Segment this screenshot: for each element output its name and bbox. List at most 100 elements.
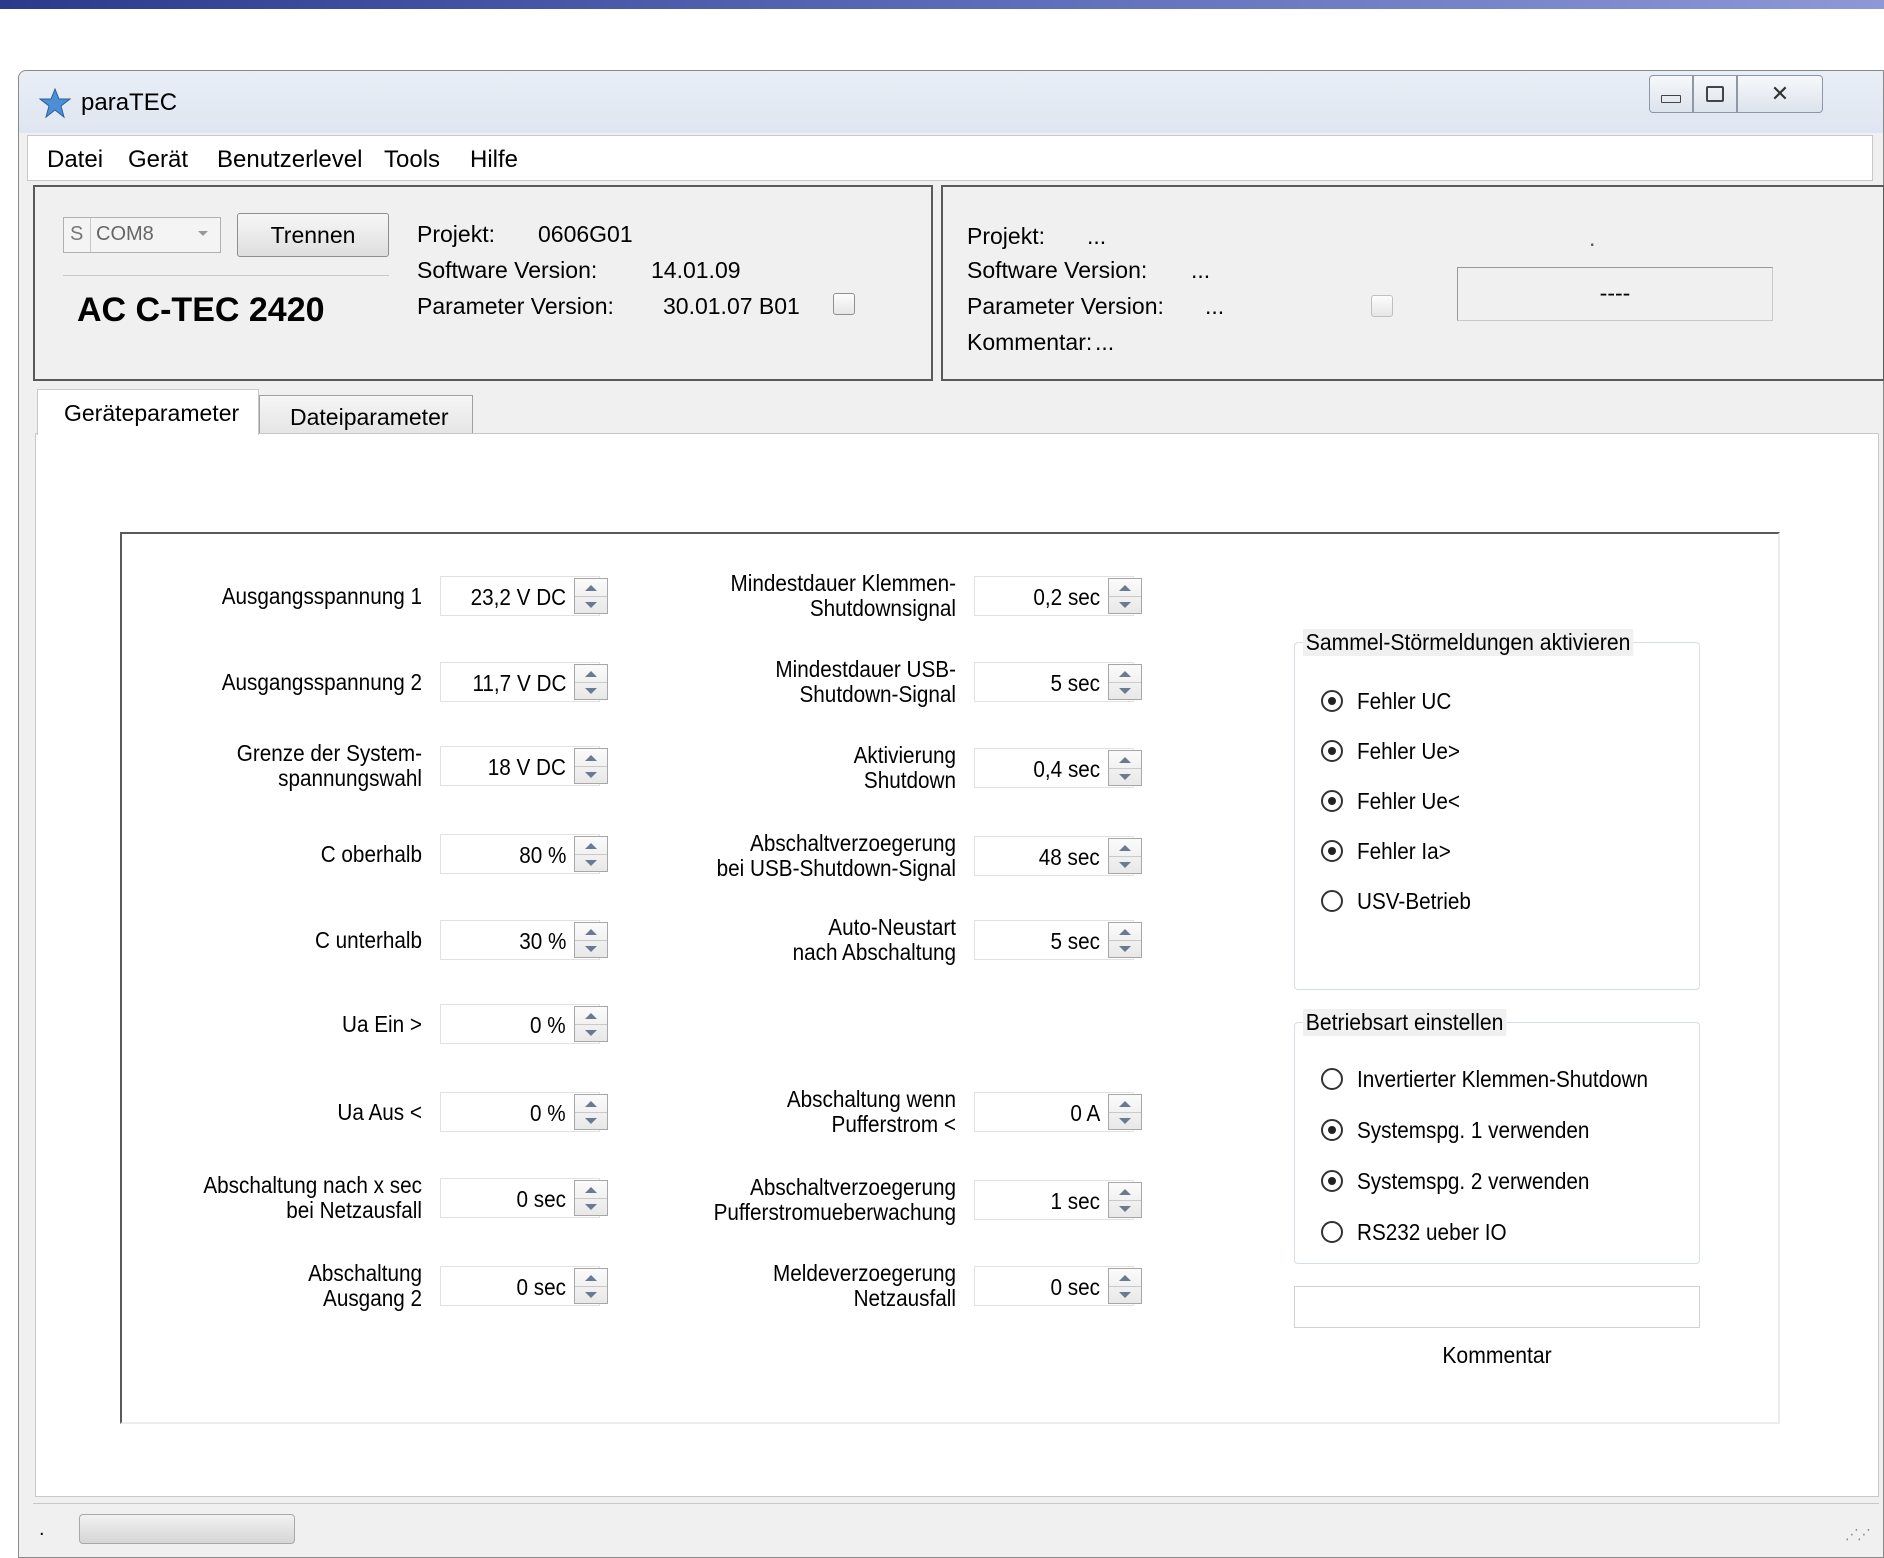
spin-up-button[interactable] — [575, 1181, 607, 1199]
spin-up-button[interactable] — [575, 665, 607, 683]
spin-buttons[interactable] — [1108, 1268, 1142, 1304]
spin-buttons[interactable] — [574, 1180, 608, 1216]
spin-buttons[interactable] — [1108, 578, 1142, 614]
arrow-down-icon — [1119, 945, 1131, 952]
left-param-stepper[interactable]: 0 sec — [440, 1178, 608, 1218]
mid-param-stepper[interactable]: 0,2 sec — [974, 576, 1142, 616]
spin-down-button[interactable] — [1109, 1200, 1141, 1217]
spin-down-button[interactable] — [1109, 856, 1141, 873]
minimize-button[interactable] — [1649, 75, 1693, 113]
tab-geraeteparameter[interactable]: Geräteparameter — [37, 389, 259, 435]
radio-indicator[interactable] — [1321, 890, 1343, 912]
spin-up-button[interactable] — [1109, 839, 1141, 857]
mid-param-stepper[interactable]: 48 sec — [974, 836, 1142, 876]
spin-down-button[interactable] — [1109, 1286, 1141, 1303]
left-param-label: Ua Ein > — [342, 1010, 422, 1037]
left-param-stepper[interactable]: 0 % — [440, 1004, 608, 1044]
spin-down-button[interactable] — [1109, 940, 1141, 957]
spin-buttons[interactable] — [1108, 922, 1142, 958]
radio-indicator[interactable] — [1321, 1119, 1343, 1141]
parameter-checkbox[interactable] — [833, 293, 855, 315]
radio-indicator[interactable] — [1321, 690, 1343, 712]
spin-down-button[interactable] — [575, 854, 607, 871]
spin-buttons[interactable] — [574, 748, 608, 784]
spin-buttons[interactable] — [1108, 838, 1142, 874]
mid-param-stepper[interactable]: 1 sec — [974, 1180, 1142, 1220]
spin-buttons[interactable] — [1108, 750, 1142, 786]
menu-hilfe[interactable]: Hilfe — [470, 146, 518, 174]
spin-up-button[interactable] — [1109, 1269, 1141, 1287]
spin-down-button[interactable] — [575, 596, 607, 613]
spin-up-button[interactable] — [1109, 665, 1141, 683]
arrow-up-icon — [1119, 584, 1131, 591]
spin-down-button[interactable] — [575, 940, 607, 957]
spin-buttons[interactable] — [574, 1094, 608, 1130]
spin-up-button[interactable] — [575, 579, 607, 597]
mid-param-stepper[interactable]: 0 sec — [974, 1266, 1142, 1306]
spin-buttons[interactable] — [1108, 1182, 1142, 1218]
spin-buttons[interactable] — [574, 664, 608, 700]
spin-up-button[interactable] — [1109, 1095, 1141, 1113]
close-button[interactable]: ✕ — [1737, 75, 1823, 113]
left-param-stepper[interactable]: 18 V DC — [440, 746, 608, 786]
radio-indicator[interactable] — [1321, 790, 1343, 812]
spin-buttons[interactable] — [574, 578, 608, 614]
left-param-stepper[interactable]: 30 % — [440, 920, 608, 960]
spin-up-button[interactable] — [1109, 751, 1141, 769]
comment-input[interactable] — [1294, 1286, 1700, 1328]
spin-up-button[interactable] — [575, 1269, 607, 1287]
mode-group: Betriebsart einstellen Invertierter Klem… — [1294, 1009, 1700, 1264]
spin-buttons[interactable] — [1108, 664, 1142, 700]
mid-param-stepper[interactable]: 0,4 sec — [974, 748, 1142, 788]
spin-down-button[interactable] — [575, 1286, 607, 1303]
spin-up-button[interactable] — [1109, 1183, 1141, 1201]
left-param-stepper[interactable]: 11,7 V DC — [440, 662, 608, 702]
arrow-up-icon — [585, 1274, 597, 1281]
spin-buttons[interactable] — [574, 1268, 608, 1304]
tab-dateiparameter[interactable]: Dateiparameter — [259, 395, 473, 435]
spin-down-button[interactable] — [575, 1112, 607, 1129]
left-param-stepper[interactable]: 23,2 V DC — [440, 576, 608, 616]
radio-indicator[interactable] — [1321, 740, 1343, 762]
left-param-stepper[interactable]: 0 sec — [440, 1266, 608, 1306]
spin-down-button[interactable] — [1109, 768, 1141, 785]
mid-param-stepper[interactable]: 5 sec — [974, 662, 1142, 702]
radio-indicator[interactable] — [1321, 1170, 1343, 1192]
spin-up-button[interactable] — [575, 1095, 607, 1113]
menu-tools[interactable]: Tools — [384, 146, 440, 174]
disconnect-button[interactable]: Trennen — [237, 213, 389, 257]
spin-down-button[interactable] — [1109, 596, 1141, 613]
spin-down-button[interactable] — [1109, 682, 1141, 699]
menu-geraet[interactable]: Gerät — [128, 146, 188, 174]
maximize-button[interactable] — [1693, 75, 1737, 113]
menu-datei[interactable]: Datei — [47, 146, 103, 174]
radio-indicator[interactable] — [1321, 840, 1343, 862]
spin-buttons[interactable] — [574, 922, 608, 958]
spin-up-button[interactable] — [1109, 579, 1141, 597]
spin-buttons[interactable] — [574, 836, 608, 872]
spin-buttons[interactable] — [1108, 1094, 1142, 1130]
mid-param-stepper[interactable]: 5 sec — [974, 920, 1142, 960]
spin-up-button[interactable] — [575, 837, 607, 855]
spin-up-button[interactable] — [575, 1007, 607, 1025]
spin-up-button[interactable] — [575, 923, 607, 941]
horizontal-scrollbar[interactable] — [79, 1514, 295, 1544]
spin-down-button[interactable] — [1109, 1112, 1141, 1129]
mid-param-stepper[interactable]: 0 A — [974, 1092, 1142, 1132]
spin-down-button[interactable] — [575, 1198, 607, 1215]
menu-benutzerlevel[interactable]: Benutzerlevel — [217, 146, 362, 174]
spin-up-button[interactable] — [575, 749, 607, 767]
left-param-label: C unterhalb — [314, 926, 422, 953]
radio-indicator[interactable] — [1321, 1068, 1343, 1090]
numeric-value: 5 sec — [1050, 928, 1100, 954]
spin-up-button[interactable] — [1109, 923, 1141, 941]
mid-param-label: Auto-Neustart nach Abschaltung — [792, 914, 956, 965]
spin-down-button[interactable] — [575, 682, 607, 699]
left-param-stepper[interactable]: 80 % — [440, 834, 608, 874]
port-combobox[interactable]: S COM8 — [63, 217, 221, 253]
spin-down-button[interactable] — [575, 1024, 607, 1041]
radio-indicator[interactable] — [1321, 1221, 1343, 1243]
spin-buttons[interactable] — [574, 1006, 608, 1042]
spin-down-button[interactable] — [575, 766, 607, 783]
left-param-stepper[interactable]: 0 % — [440, 1092, 608, 1132]
